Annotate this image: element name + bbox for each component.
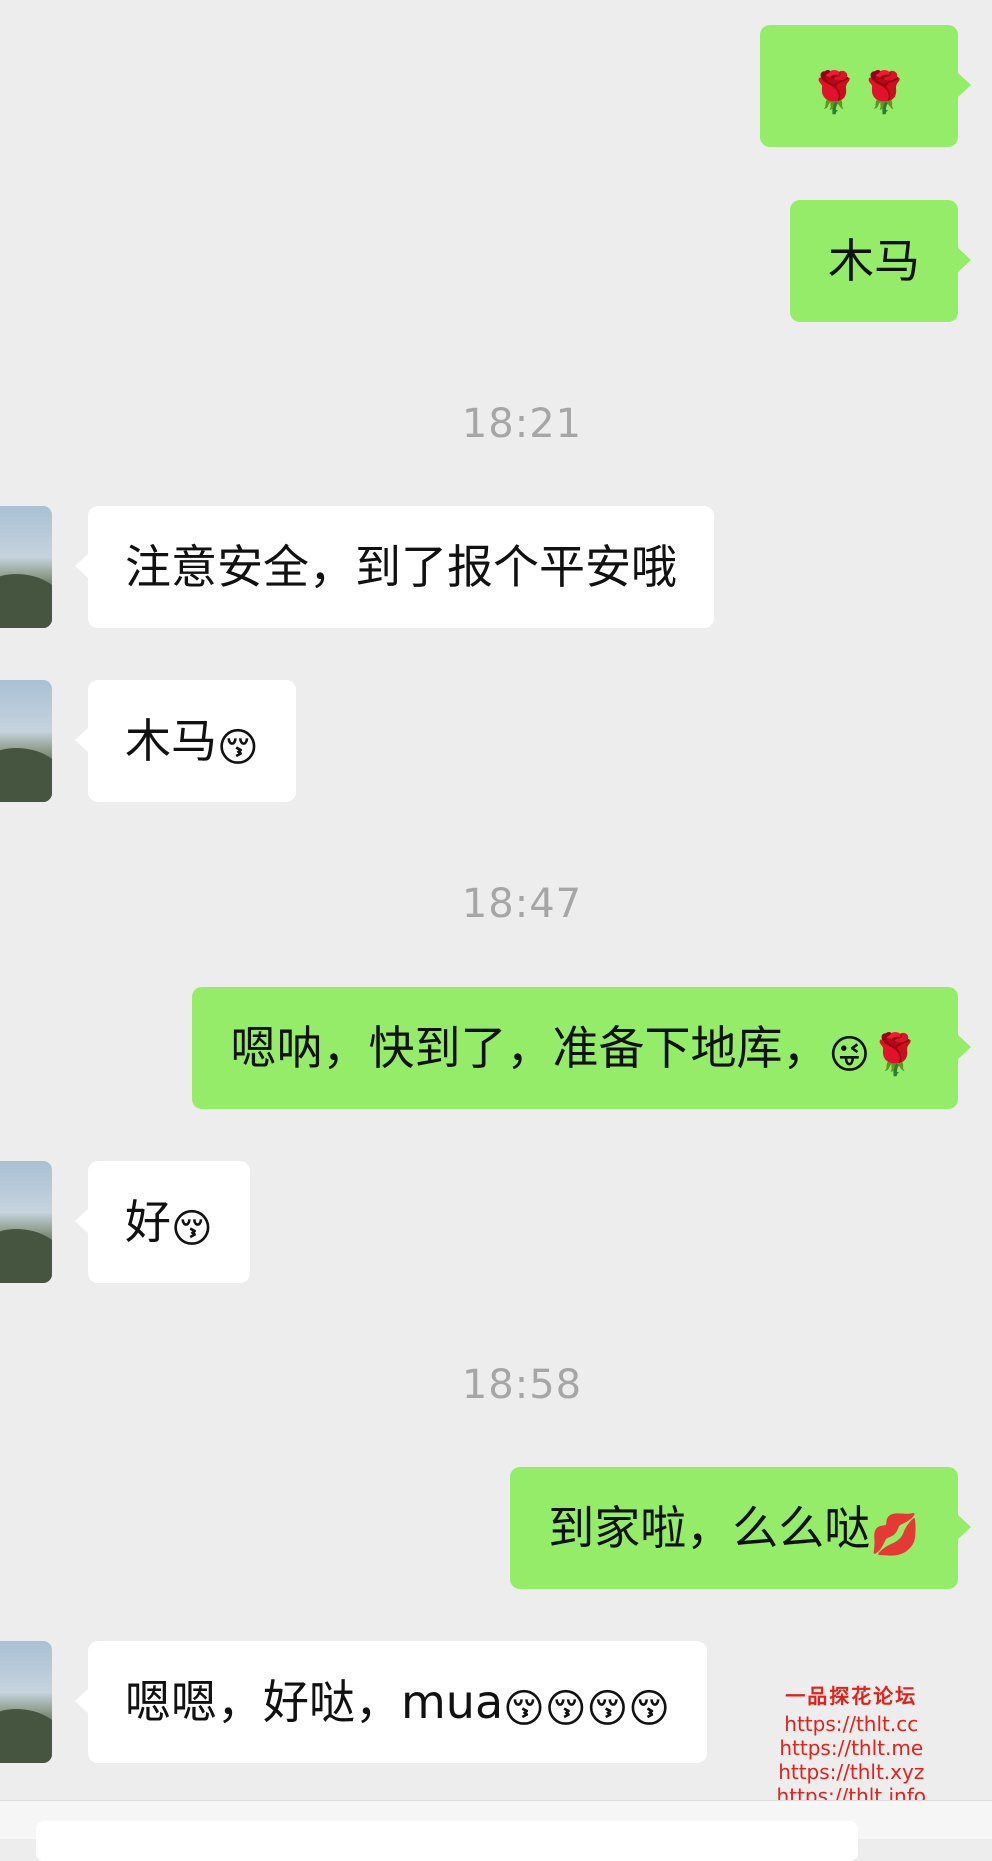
outgoing-message-bubble[interactable]: 木马 xyxy=(790,200,971,322)
watermark-url: https://thlt.xyz xyxy=(778,1760,925,1784)
kissing-face-emoji: 😚 xyxy=(171,1206,213,1252)
contact-avatar[interactable] xyxy=(0,506,52,628)
avatar-landscape xyxy=(0,1229,52,1283)
outgoing-message-bubble[interactable]: 🌹🌹 xyxy=(760,25,971,147)
kissing-face-emoji: 😚 xyxy=(217,725,259,771)
watermark: 一品探花论坛 https://thlt.cc https://thlt.me h… xyxy=(777,1680,926,1808)
outgoing-message-bubble[interactable]: 到家啦，么么哒💋 xyxy=(510,1467,971,1589)
incoming-message-bubble[interactable]: 好😚 xyxy=(75,1161,250,1283)
avatar-landscape xyxy=(0,748,52,802)
incoming-message-bubble[interactable]: 嗯嗯，好哒，mua😚😚😚😚 xyxy=(75,1641,707,1763)
kissing-face-emoji: 😚😚😚😚 xyxy=(503,1686,670,1732)
timestamp: 18:58 xyxy=(461,1362,583,1408)
watermark-url: https://thlt.cc xyxy=(784,1712,919,1736)
message-text: 注意安全，到了报个平安哦 xyxy=(125,540,677,594)
wink-tongue-rose-emoji: 😜🌹 xyxy=(828,1032,920,1078)
message-input[interactable] xyxy=(36,1821,858,1861)
message-text: 嗯呐，快到了，准备下地库， xyxy=(230,1021,829,1075)
message-text: 木马 xyxy=(125,714,217,768)
avatar-landscape xyxy=(0,574,52,628)
avatar-landscape xyxy=(0,1709,52,1763)
timestamp: 18:21 xyxy=(461,401,583,447)
watermark-url: https://thlt.me xyxy=(779,1736,924,1760)
outgoing-message-bubble[interactable]: 嗯呐，快到了，准备下地库，😜🌹 xyxy=(192,987,971,1109)
contact-avatar[interactable] xyxy=(0,1641,52,1763)
chat-area[interactable]: 🌹🌹 木马 18:21 注意安全，到了报个平安哦 木马😚 18:47 嗯呐，快到… xyxy=(0,0,992,1808)
input-bar xyxy=(0,1800,992,1861)
incoming-message-bubble[interactable]: 木马😚 xyxy=(75,680,296,802)
rose-emoji: 🌹🌹 xyxy=(809,70,909,116)
message-text: 木马 xyxy=(828,234,920,288)
message-text: 到家啦，么么哒 xyxy=(548,1501,871,1555)
watermark-title: 一品探花论坛 xyxy=(785,1684,918,1708)
message-text: 好 xyxy=(125,1195,171,1249)
message-text: 嗯嗯，好哒，mua xyxy=(125,1675,504,1729)
kiss-mark-emoji: 💋 xyxy=(870,1512,920,1558)
timestamp: 18:47 xyxy=(461,881,583,927)
incoming-message-bubble[interactable]: 注意安全，到了报个平安哦 xyxy=(75,506,714,628)
contact-avatar[interactable] xyxy=(0,1161,52,1283)
contact-avatar[interactable] xyxy=(0,680,52,802)
